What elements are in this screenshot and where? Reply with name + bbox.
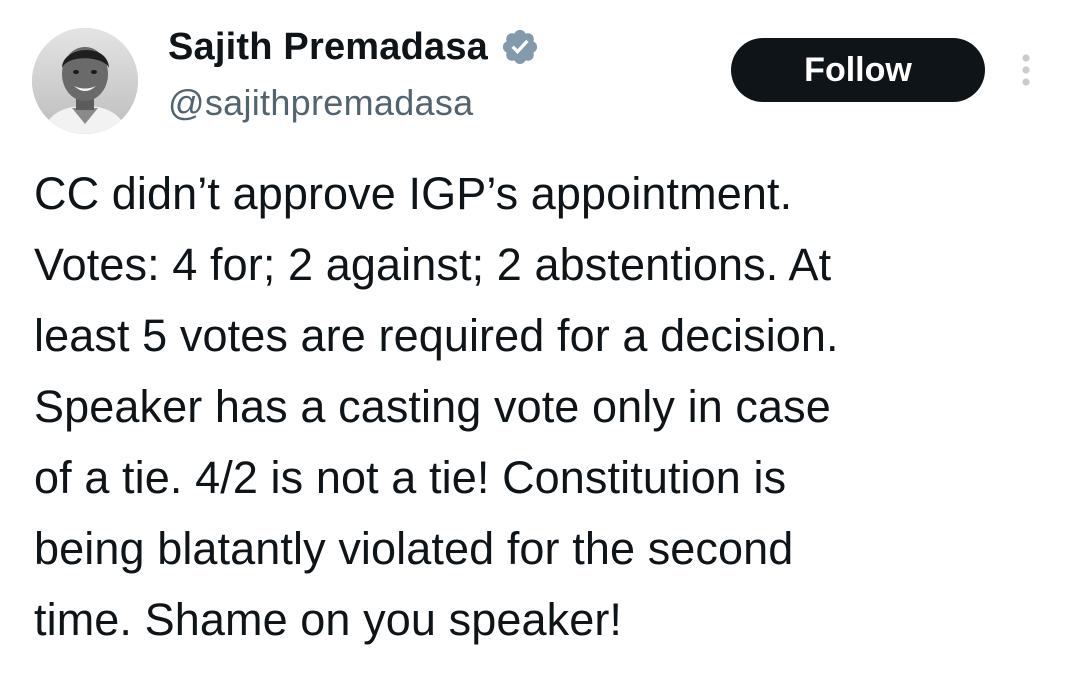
- name-row: Sajith Premadasa: [168, 24, 540, 70]
- tweet-card: Sajith Premadasa @sajithpremadasa Follow…: [0, 0, 1080, 691]
- verified-badge-icon[interactable]: [500, 27, 540, 67]
- display-name[interactable]: Sajith Premadasa: [168, 26, 488, 69]
- tweet-text: CC didn’t approve IGP’s appointment. Vot…: [34, 168, 839, 645]
- author-info: Sajith Premadasa @sajithpremadasa: [168, 24, 540, 124]
- avatar-image: [32, 28, 138, 134]
- avatar[interactable]: [32, 28, 138, 134]
- user-handle[interactable]: @sajithpremadasa: [168, 82, 540, 124]
- more-vertical-icon[interactable]: [1012, 50, 1040, 90]
- follow-button[interactable]: Follow: [731, 38, 985, 102]
